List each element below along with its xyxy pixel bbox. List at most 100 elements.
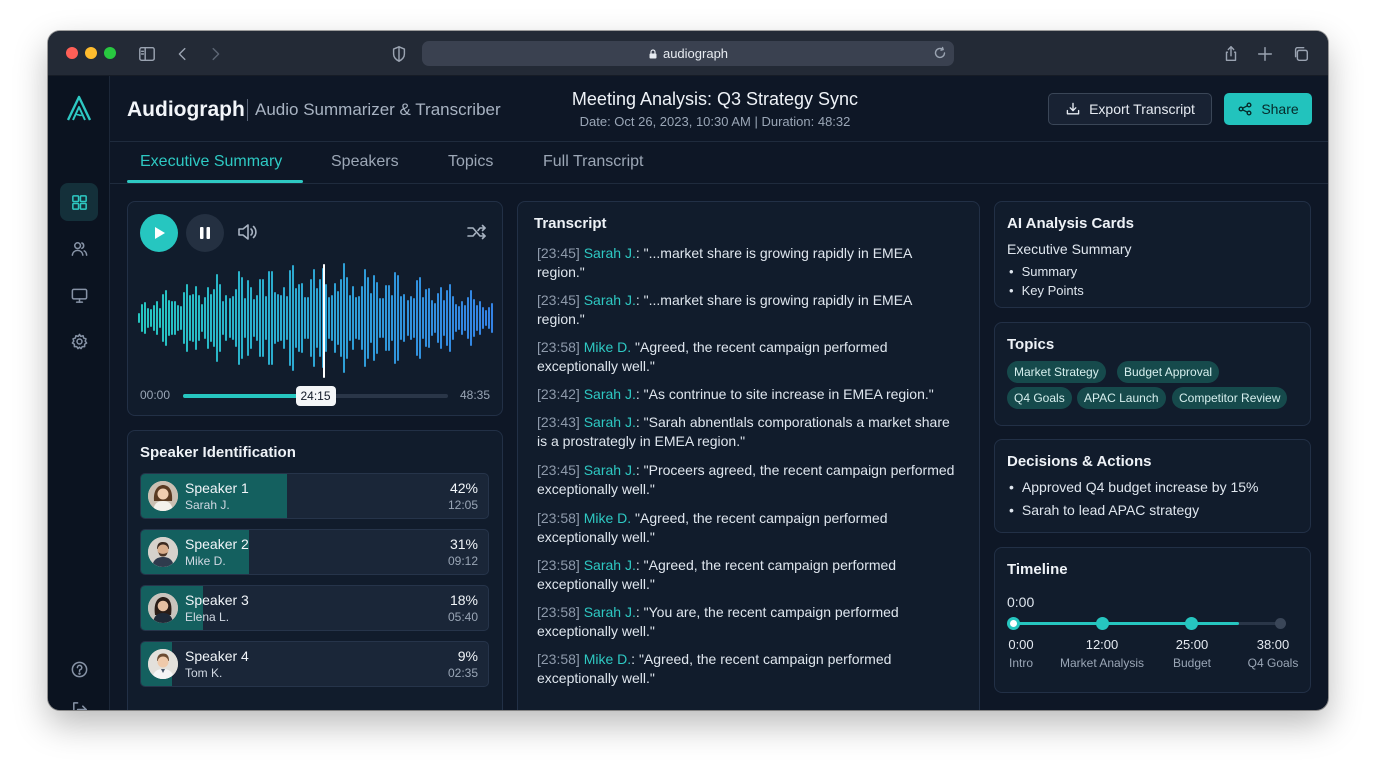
transcript-line[interactable]: [23:58] Mike D.: "Agreed, the recent cam… bbox=[537, 650, 957, 688]
users-nav-button[interactable] bbox=[60, 229, 98, 267]
timeline-marker-budget[interactable] bbox=[1185, 617, 1198, 630]
waveform-bar bbox=[484, 310, 487, 326]
transcript-line[interactable]: [23:45] Sarah J.: "...market share is gr… bbox=[537, 244, 957, 282]
waveform-bar bbox=[174, 300, 177, 336]
ai-card-bullet[interactable]: Summary bbox=[1009, 264, 1078, 279]
waveform-bar bbox=[328, 297, 331, 339]
transcript-line[interactable]: [23:42] Sarah J.: "As contrinue to site … bbox=[537, 385, 957, 404]
share-page-icon[interactable] bbox=[1220, 43, 1242, 65]
transcript-speaker[interactable]: Sarah J. bbox=[584, 386, 636, 402]
volume-button[interactable] bbox=[236, 221, 260, 245]
help-icon bbox=[71, 661, 87, 677]
transcript-speaker[interactable]: Sarah J. bbox=[584, 414, 636, 430]
reload-icon[interactable] bbox=[932, 45, 948, 61]
waveform-bar bbox=[261, 278, 264, 358]
topic-chip[interactable]: Budget Approval bbox=[1117, 361, 1220, 383]
tab-full-transcript[interactable]: Full Transcript bbox=[543, 153, 643, 171]
tab-topics[interactable]: Topics bbox=[448, 153, 493, 171]
waveform-bar bbox=[216, 274, 219, 362]
waveform-bar bbox=[183, 291, 186, 345]
tab-executive-summary[interactable]: Executive Summary bbox=[140, 153, 282, 171]
transcript-line[interactable]: [23:45] Sarah J.: "...market share is gr… bbox=[537, 291, 957, 329]
settings-icon bbox=[71, 333, 87, 349]
timeline-time: 12:00 bbox=[1085, 637, 1119, 652]
transcript-speaker[interactable]: Sarah J. bbox=[584, 245, 636, 261]
waveform-bar bbox=[234, 289, 237, 347]
timeline-marker-intro[interactable] bbox=[1007, 617, 1020, 630]
settings-nav-button[interactable] bbox=[60, 322, 98, 360]
minimize-window-button[interactable] bbox=[85, 47, 97, 59]
time-end: 48:35 bbox=[459, 388, 490, 402]
sidebar-toggle-icon[interactable] bbox=[136, 43, 158, 65]
speaker-row[interactable]: Speaker 4 Tom K. 9% 02:35 bbox=[140, 641, 489, 687]
waveform-bar bbox=[448, 284, 451, 352]
topic-chip[interactable]: Competitor Review bbox=[1172, 387, 1288, 409]
transcript-line[interactable]: [23:58] Sarah J.: "Agreed, the recent ca… bbox=[537, 556, 957, 594]
transcript-line[interactable]: [23:45] Sarah J.: "Proceers agreed, the … bbox=[537, 461, 957, 499]
topic-chip[interactable]: APAC Launch bbox=[1077, 387, 1166, 409]
transcript-speaker[interactable]: Sarah J. bbox=[584, 604, 636, 620]
waveform-bar bbox=[297, 284, 300, 352]
ai-card-bullet[interactable]: Key Points bbox=[1009, 283, 1084, 298]
speaker-person: Tom K. bbox=[185, 666, 223, 680]
privacy-shield-icon[interactable] bbox=[388, 43, 410, 65]
tab-speakers[interactable]: Speakers bbox=[331, 153, 399, 171]
maximize-window-button[interactable] bbox=[104, 47, 116, 59]
timeline-marker-end[interactable] bbox=[1275, 618, 1286, 629]
speaker-identification-card: Speaker Identification Speaker 1 Sarah J… bbox=[127, 430, 503, 710]
shuffle-button[interactable] bbox=[466, 221, 490, 245]
transcript-card: Transcript [23:45] Sarah J.: "...market … bbox=[517, 201, 980, 710]
play-button[interactable] bbox=[140, 214, 178, 252]
export-transcript-button[interactable]: Export Transcript bbox=[1048, 93, 1212, 125]
avatar bbox=[148, 593, 178, 623]
timeline-time: 0:00 bbox=[1008, 637, 1034, 652]
speaker-name: Speaker 4 bbox=[185, 648, 249, 664]
transcript-speaker[interactable]: Sarah J. bbox=[584, 557, 636, 573]
tab-overview-icon[interactable] bbox=[1290, 43, 1312, 65]
waveform-playhead[interactable] bbox=[323, 264, 325, 378]
back-icon[interactable] bbox=[172, 43, 194, 65]
timeline-marker-market-analysis[interactable] bbox=[1096, 617, 1109, 630]
current-time-indicator[interactable]: 24:15 bbox=[295, 386, 336, 406]
forward-icon[interactable] bbox=[204, 43, 226, 65]
waveform-bar bbox=[165, 289, 168, 347]
transcript-speaker[interactable]: Sarah J. bbox=[584, 292, 636, 308]
waveform-bar bbox=[394, 272, 397, 364]
transcript-line[interactable]: [23:43] Sarah J.: "Sarah abnentlals comp… bbox=[537, 413, 957, 451]
url-text: audiograph bbox=[662, 46, 729, 61]
waveform-bar bbox=[189, 295, 192, 341]
pause-button[interactable] bbox=[186, 214, 224, 252]
new-tab-icon[interactable] bbox=[1254, 43, 1276, 65]
speaker-name: Speaker 3 bbox=[185, 592, 249, 608]
speaker-duration: 02:35 bbox=[447, 666, 478, 680]
monitor-nav-button[interactable] bbox=[60, 276, 98, 314]
transcript-line[interactable]: [23:58] Mike D. "Agreed, the recent camp… bbox=[537, 509, 957, 547]
dashboard-nav-button[interactable] bbox=[60, 183, 98, 221]
waveform-bar bbox=[490, 303, 493, 333]
speaker-row[interactable]: Speaker 3 Elena L. 18% 05:40 bbox=[140, 585, 489, 631]
audio-waveform[interactable] bbox=[138, 262, 494, 374]
waveform-bar bbox=[433, 303, 436, 333]
timeline-track[interactable] bbox=[1014, 622, 1282, 625]
share-button[interactable]: Share bbox=[1224, 93, 1312, 125]
topic-chip[interactable]: Market Strategy bbox=[1007, 361, 1106, 383]
transcript-line[interactable]: [23:58] Mike D. "Agreed, the recent camp… bbox=[537, 338, 957, 376]
close-window-button[interactable] bbox=[66, 47, 78, 59]
decisions-card: Decisions & Actions Approved Q4 budget i… bbox=[994, 439, 1311, 533]
transcript-line[interactable]: [23:58] Sarah J.: "You are, the recent c… bbox=[537, 603, 957, 641]
transcript-speaker[interactable]: Mike D. bbox=[584, 651, 631, 667]
transcript-speaker[interactable]: Mike D. bbox=[584, 510, 631, 526]
audiograph-logo-icon[interactable] bbox=[64, 94, 94, 124]
timeline-title: Timeline bbox=[1007, 561, 1068, 578]
transcript-speaker[interactable]: Sarah J. bbox=[584, 462, 636, 478]
address-bar[interactable]: audiograph bbox=[422, 41, 954, 66]
waveform-bar bbox=[412, 298, 415, 338]
logout-nav-button[interactable] bbox=[60, 690, 98, 710]
app-sidebar bbox=[48, 76, 110, 710]
speaker-row[interactable]: Speaker 2 Mike D. 31% 09:12 bbox=[140, 529, 489, 575]
waveform-bar bbox=[228, 298, 231, 338]
transcript-speaker[interactable]: Mike D. bbox=[584, 339, 631, 355]
help-nav-button[interactable] bbox=[60, 650, 98, 688]
speaker-row[interactable]: Speaker 1 Sarah J. 42% 12:05 bbox=[140, 473, 489, 519]
topic-chip[interactable]: Q4 Goals bbox=[1007, 387, 1072, 409]
